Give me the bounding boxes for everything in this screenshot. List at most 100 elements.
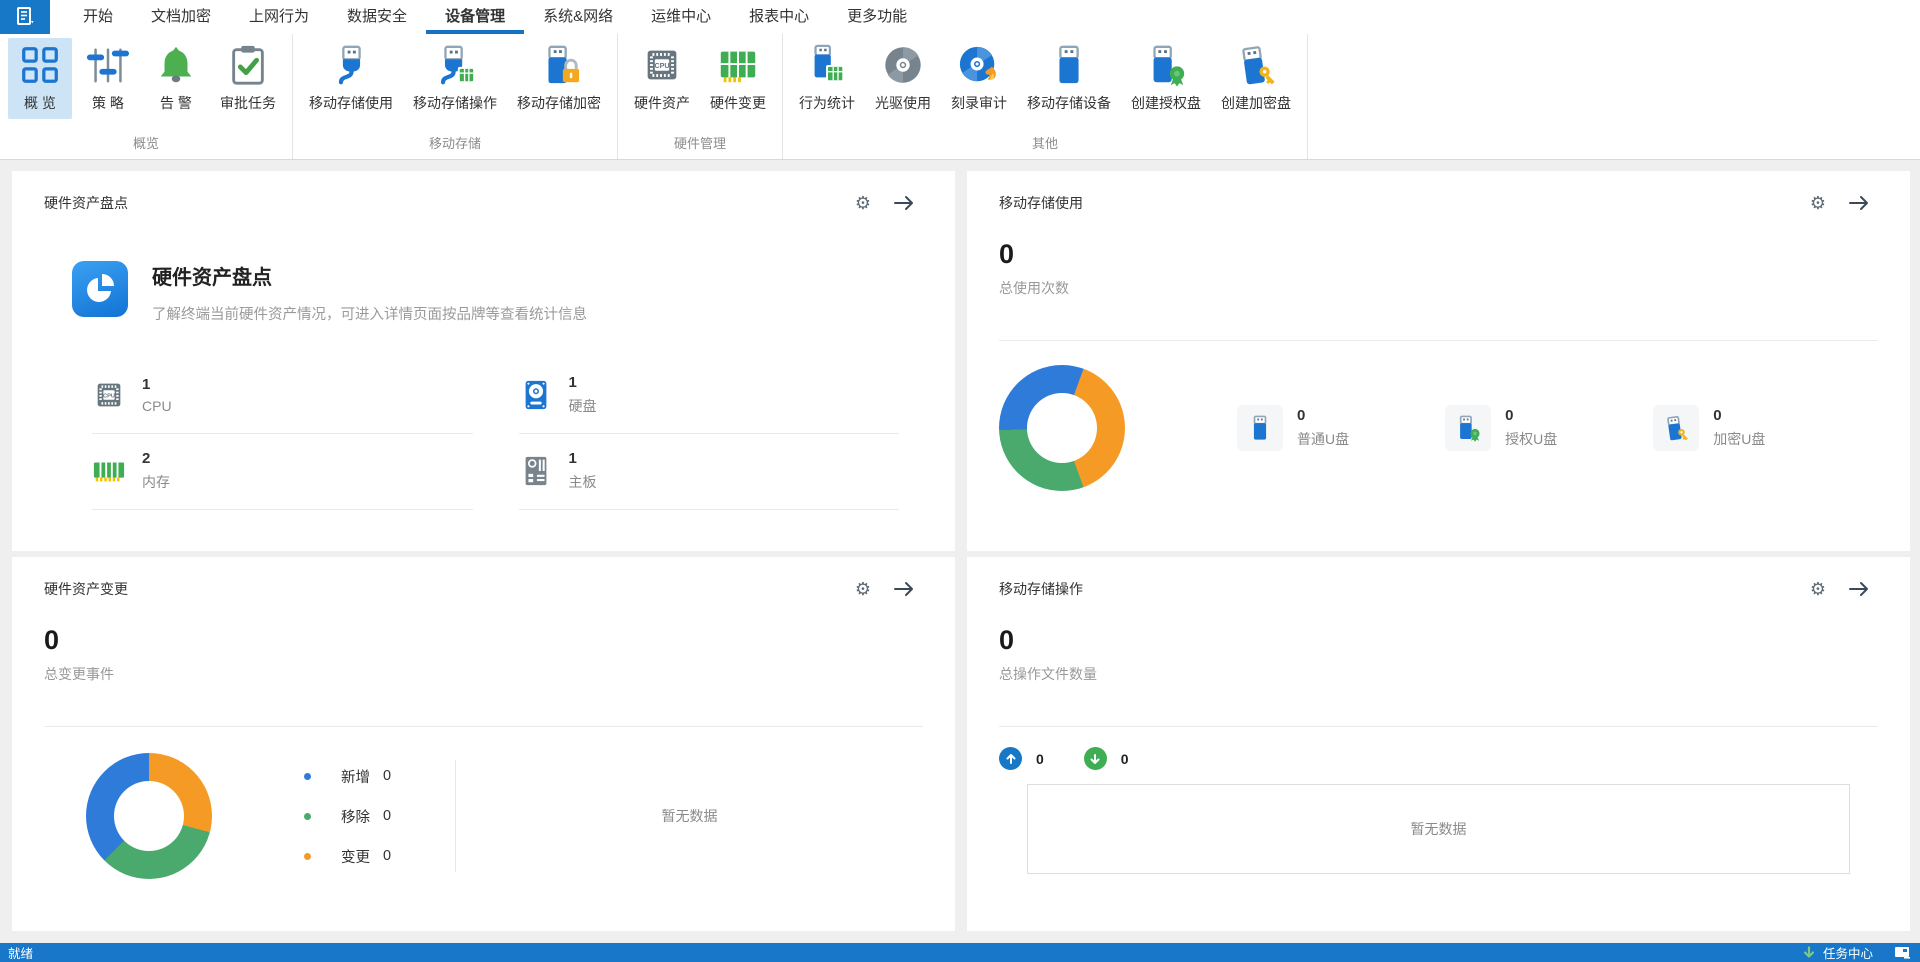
ribbon-item-label: 移动存储使用 bbox=[309, 95, 393, 111]
ram-icon bbox=[92, 454, 126, 488]
ribbon-item-create-encrypted-disk[interactable]: 创建加密盘 bbox=[1213, 38, 1299, 119]
arrow-right-icon[interactable] bbox=[893, 581, 915, 597]
ram-board-icon bbox=[715, 42, 761, 88]
usage-label: 加密U盘 bbox=[1713, 431, 1766, 447]
ribbon-item-alerts[interactable]: 告 警 bbox=[144, 38, 208, 119]
tab-system-network[interactable]: 系统&网络 bbox=[524, 0, 632, 34]
ribbon-item-policy[interactable]: 策 略 bbox=[76, 38, 140, 119]
ribbon-item-behavior-stats[interactable]: 行为统计 bbox=[791, 38, 863, 119]
usb-key-icon bbox=[1653, 405, 1700, 451]
ribbon-item-burn-audit[interactable]: 刻录审计 bbox=[943, 38, 1015, 119]
ribbon-item-storage-devices[interactable]: 移动存储设备 bbox=[1019, 38, 1119, 119]
usage-item-authorized-usb: 0 授权U盘 bbox=[1445, 405, 1557, 451]
arrow-right-icon[interactable] bbox=[1848, 581, 1870, 597]
ribbon-item-label: 硬件变更 bbox=[710, 95, 766, 111]
total-value: 0 bbox=[999, 625, 1015, 655]
usb-stick-icon bbox=[1046, 42, 1092, 88]
monitor-icon[interactable] bbox=[1894, 946, 1910, 959]
ribbon-item-label: 行为统计 bbox=[799, 95, 855, 111]
arrow-right-icon[interactable] bbox=[893, 195, 915, 211]
ribbon-group-overview: 概 览 策 略 告 警 审批任务 概览 bbox=[0, 34, 293, 159]
usb-plain-icon bbox=[1237, 405, 1283, 451]
stat-disk[interactable]: 1 硬盘 bbox=[518, 358, 899, 434]
policy-sliders-icon bbox=[85, 42, 131, 88]
card-description: 了解终端当前硬件资产情况，可进入详情页面按品牌等查看统计信息 bbox=[152, 307, 587, 323]
empty-state-text: 暂无数据 bbox=[661, 808, 718, 824]
card-title: 移动存储操作 bbox=[999, 581, 1083, 597]
card-storage-operations: 移动存储操作 ⚙ 0 总操作文件数量 0 0 暂无数据 bbox=[967, 557, 1910, 931]
empty-state-text: 暂无数据 bbox=[1410, 821, 1467, 837]
svg-text:CPU: CPU bbox=[654, 62, 669, 70]
changes-donut-chart bbox=[86, 753, 212, 879]
gear-icon[interactable]: ⚙ bbox=[855, 194, 871, 212]
tab-web-behavior[interactable]: 上网行为 bbox=[230, 0, 328, 34]
ribbon-item-label: 刻录审计 bbox=[951, 95, 1007, 111]
ribbon-item-storage-encryption[interactable]: 移动存储加密 bbox=[509, 38, 609, 119]
tab-start[interactable]: 开始 bbox=[64, 0, 132, 34]
ribbon-spacer bbox=[1308, 34, 1920, 159]
gear-icon[interactable]: ⚙ bbox=[855, 580, 871, 598]
ribbon-item-label: 审批任务 bbox=[220, 95, 276, 111]
ribbon-item-storage-usage[interactable]: 移动存储使用 bbox=[301, 38, 401, 119]
legend-dot bbox=[304, 852, 311, 860]
stat-label: 硬盘 bbox=[568, 397, 597, 414]
ribbon-item-cd-usage[interactable]: 光驱使用 bbox=[867, 38, 939, 119]
ribbon-group-label: 移动存储 bbox=[428, 136, 481, 151]
usb-plug-icon bbox=[328, 42, 374, 88]
arrow-right-icon[interactable] bbox=[1848, 195, 1870, 211]
card-heading: 硬件资产盘点 bbox=[152, 267, 272, 289]
menu-bar: 开始 文档加密 上网行为 数据安全 设备管理 系统&网络 运维中心 报表中心 更… bbox=[0, 0, 1920, 34]
legend-label: 移除 bbox=[341, 809, 370, 826]
ribbon-item-overview[interactable]: 概 览 bbox=[8, 38, 72, 119]
ribbon-item-label: 移动存储设备 bbox=[1027, 95, 1111, 111]
usb-plug-table-icon bbox=[432, 42, 478, 88]
gear-icon[interactable]: ⚙ bbox=[1810, 194, 1826, 212]
ribbon-item-hardware-changes[interactable]: 硬件变更 bbox=[702, 38, 774, 119]
stat-cpu[interactable]: CPU 1 CPU bbox=[92, 358, 473, 434]
cpu-icon: CPU bbox=[92, 378, 126, 412]
tab-doc-encryption[interactable]: 文档加密 bbox=[132, 0, 230, 34]
divider bbox=[999, 340, 1878, 341]
tab-ops-center[interactable]: 运维中心 bbox=[632, 0, 730, 34]
ribbon-item-hardware-assets[interactable]: CPU 硬件资产 bbox=[626, 38, 698, 119]
stat-motherboard[interactable]: 1 主板 bbox=[518, 434, 899, 510]
ribbon-item-label: 概 览 bbox=[24, 95, 56, 111]
card-storage-usage: 移动存储使用 ⚙ 0 总使用次数 0 普通U盘 0 授权U盘 0 加密U盘 bbox=[967, 171, 1910, 551]
stat-value: 1 bbox=[568, 449, 577, 467]
card-hardware-changes: 硬件资产变更 ⚙ 0 总变更事件 新增 0 移除 0 变更 0 暂无数据 bbox=[12, 557, 955, 931]
ribbon-item-label: 光驱使用 bbox=[875, 95, 931, 111]
cd-disc-icon bbox=[880, 42, 926, 88]
tab-device-management[interactable]: 设备管理 bbox=[426, 0, 525, 34]
upload-count: 0 bbox=[1036, 750, 1044, 767]
hardware-stats: CPU 1 CPU 1 硬盘 2 内存 1 主板 bbox=[92, 358, 899, 510]
gear-icon[interactable]: ⚙ bbox=[1810, 580, 1826, 598]
ribbon-item-label: 策 略 bbox=[92, 95, 124, 111]
tab-report-center[interactable]: 报表中心 bbox=[730, 0, 828, 34]
tab-more-features[interactable]: 更多功能 bbox=[828, 0, 926, 34]
app-menu-button[interactable] bbox=[0, 0, 50, 34]
app-window: 开始 文档加密 上网行为 数据安全 设备管理 系统&网络 运维中心 报表中心 更… bbox=[0, 0, 1920, 962]
ribbon-item-label: 移动存储操作 bbox=[413, 95, 497, 111]
divider bbox=[999, 726, 1878, 727]
stat-label: 主板 bbox=[568, 473, 597, 490]
usb-badge-icon bbox=[1143, 42, 1189, 88]
status-ready-text: 就绪 bbox=[8, 947, 34, 961]
app-logo-icon bbox=[13, 6, 37, 28]
ribbon-item-approval-tasks[interactable]: 审批任务 bbox=[212, 38, 284, 119]
ribbon-item-create-authorized-disk[interactable]: 创建授权盘 bbox=[1123, 38, 1209, 119]
ribbon-group-hardware: CPU 硬件资产 硬件变更 硬件管理 bbox=[618, 34, 783, 159]
card-title: 移动存储使用 bbox=[999, 195, 1083, 211]
pie-chart-tile-icon bbox=[72, 261, 128, 317]
stat-label: 内存 bbox=[142, 473, 170, 490]
dashboard: 硬件资产盘点 ⚙ 硬件资产盘点 了解终端当前硬件资产情况，可进入详情页面按品牌等… bbox=[0, 160, 1920, 943]
overview-grid-icon bbox=[17, 42, 63, 88]
stat-memory[interactable]: 2 内存 bbox=[92, 434, 473, 510]
legend-row-removed: 移除 0 bbox=[304, 806, 391, 827]
tab-data-security[interactable]: 数据安全 bbox=[328, 0, 426, 34]
ribbon-item-storage-operations[interactable]: 移动存储操作 bbox=[405, 38, 505, 119]
card-title: 硬件资产变更 bbox=[44, 581, 128, 597]
task-center-link[interactable]: 任务中心 bbox=[1823, 943, 1873, 962]
download-arrow-icon bbox=[1083, 747, 1107, 770]
svg-text:CPU: CPU bbox=[103, 393, 115, 399]
total-value: 0 bbox=[44, 625, 60, 655]
